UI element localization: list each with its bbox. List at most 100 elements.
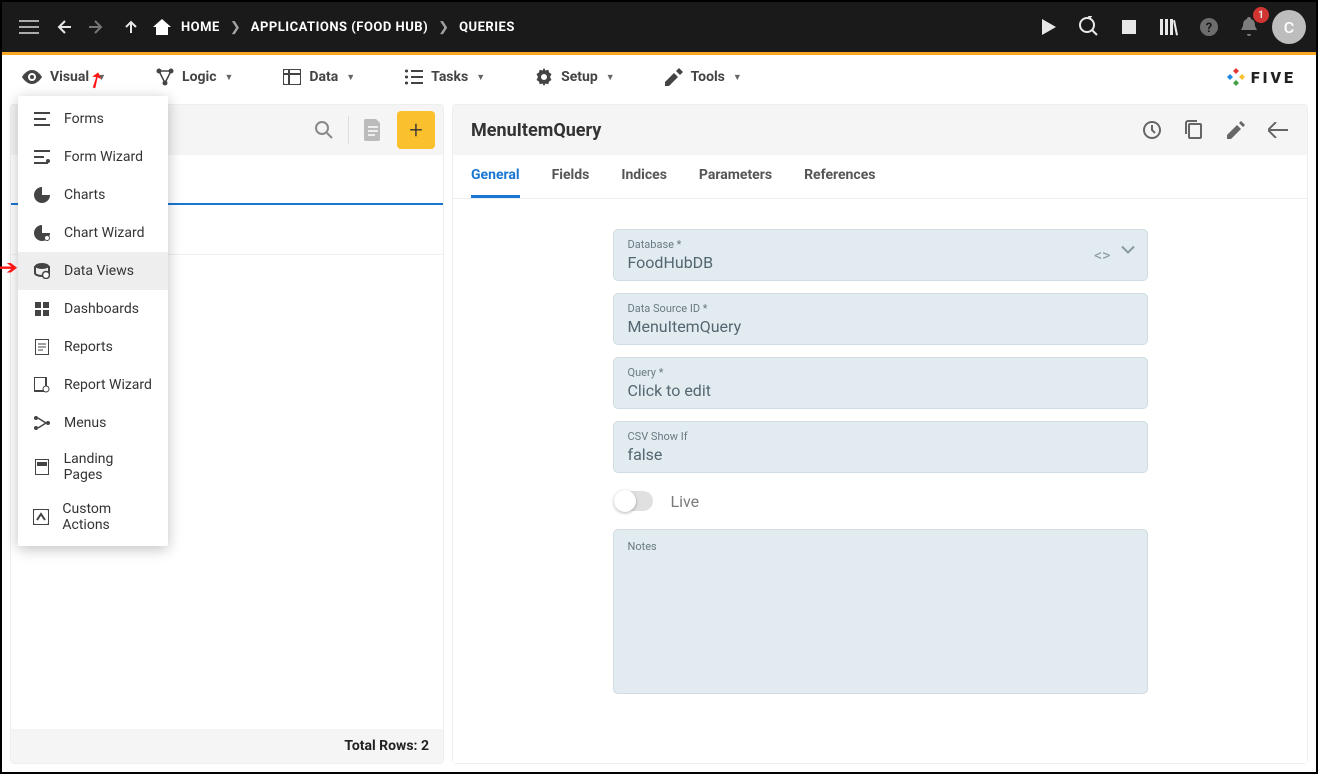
total-rows-label: Total Rows: bbox=[344, 738, 417, 754]
field-value: false bbox=[628, 445, 1133, 464]
back-arrow-icon[interactable] bbox=[1259, 111, 1297, 149]
menu-logic[interactable]: Logic▼ bbox=[156, 68, 233, 86]
dropdown-label: Landing Pages bbox=[64, 451, 154, 483]
landing-pages-icon bbox=[32, 457, 52, 477]
breadcrumb-apps[interactable]: APPLICATIONS (FOOD HUB) bbox=[251, 20, 428, 35]
page-title: MenuItemQuery bbox=[471, 120, 601, 141]
dropdown-label: Report Wizard bbox=[64, 377, 152, 393]
dropdown-item-reports[interactable]: Reports bbox=[18, 328, 168, 366]
field-label: Data Source ID * bbox=[628, 302, 1133, 315]
chevron-down-icon[interactable] bbox=[1121, 246, 1135, 265]
csv-show-if-field[interactable]: CSV Show If false bbox=[613, 421, 1148, 473]
menus-icon bbox=[32, 413, 52, 433]
dropdown-item-report-wizard[interactable]: Report Wizard bbox=[18, 366, 168, 404]
add-button[interactable]: + bbox=[397, 111, 435, 149]
up-icon[interactable] bbox=[114, 10, 148, 44]
dropdown-label: Data Views bbox=[64, 263, 134, 279]
tab-indices[interactable]: Indices bbox=[621, 155, 667, 198]
menu-setup[interactable]: Setup▼ bbox=[535, 68, 615, 86]
svg-text:?: ? bbox=[1206, 21, 1212, 36]
tab-fields[interactable]: Fields bbox=[552, 155, 590, 198]
play-icon[interactable] bbox=[1032, 10, 1066, 44]
dropdown-label: Chart Wizard bbox=[64, 225, 144, 241]
menu-data-label: Data bbox=[309, 69, 338, 85]
menu-tools[interactable]: Tools▼ bbox=[665, 68, 742, 86]
reports-icon bbox=[32, 337, 52, 357]
menu-setup-label: Setup bbox=[561, 69, 598, 85]
dropdown-label: Reports bbox=[64, 339, 113, 355]
data-views-icon bbox=[32, 261, 52, 281]
dropdown-item-data-views[interactable]: Data Views bbox=[18, 252, 168, 290]
dropdown-item-charts[interactable]: Charts bbox=[18, 176, 168, 214]
hamburger-icon[interactable] bbox=[12, 10, 46, 44]
query-field[interactable]: Query * Click to edit bbox=[613, 357, 1148, 409]
form-wizard-icon bbox=[32, 147, 52, 167]
menu-data[interactable]: Data▼ bbox=[283, 69, 355, 85]
visual-dropdown: Forms Form Wizard Charts Chart Wizard Da… bbox=[18, 96, 168, 546]
field-label: Query * bbox=[628, 366, 1133, 379]
copy-icon[interactable] bbox=[1175, 111, 1213, 149]
chevron-right-icon: ❯ bbox=[230, 20, 241, 35]
dropdown-item-menus[interactable]: Menus bbox=[18, 404, 168, 442]
tab-parameters[interactable]: Parameters bbox=[699, 155, 772, 198]
dropdown-label: Forms bbox=[64, 111, 104, 127]
custom-actions-icon bbox=[32, 507, 50, 527]
menu-tasks-label: Tasks bbox=[431, 69, 468, 85]
help-icon[interactable]: ? bbox=[1192, 10, 1226, 44]
dropdown-item-chart-wizard[interactable]: Chart Wizard bbox=[18, 214, 168, 252]
dropdown-item-custom-actions[interactable]: Custom Actions bbox=[18, 492, 168, 542]
tab-general[interactable]: General bbox=[471, 155, 520, 198]
field-label: Database * bbox=[628, 238, 1133, 251]
live-label: Live bbox=[671, 492, 700, 511]
dropdown-label: Menus bbox=[64, 415, 106, 431]
detail-panel: MenuItemQuery General Fields Indices Par… bbox=[452, 104, 1308, 764]
tabs: General Fields Indices Parameters Refere… bbox=[453, 155, 1307, 199]
notification-badge: 1 bbox=[1253, 7, 1269, 23]
menu-visual[interactable]: Visual▼ bbox=[22, 69, 106, 85]
topbar: HOME ❯ APPLICATIONS (FOOD HUB) ❯ QUERIES… bbox=[2, 2, 1316, 52]
edit-icon[interactable] bbox=[1217, 111, 1255, 149]
dashboards-icon bbox=[32, 299, 52, 319]
brand-logo: FIVE bbox=[1227, 68, 1296, 87]
home-icon bbox=[153, 19, 171, 35]
forward-icon[interactable] bbox=[80, 10, 114, 44]
dropdown-label: Charts bbox=[64, 187, 105, 203]
field-label: Notes bbox=[628, 540, 1133, 553]
divider bbox=[348, 116, 349, 144]
breadcrumb-home[interactable]: HOME bbox=[181, 20, 220, 35]
notifications-icon[interactable]: 1 bbox=[1232, 10, 1266, 44]
field-value: Click to edit bbox=[628, 381, 1133, 400]
menu-visual-label: Visual bbox=[50, 69, 89, 85]
live-toggle[interactable] bbox=[615, 491, 653, 511]
brand-text: FIVE bbox=[1251, 68, 1296, 87]
search-icon[interactable] bbox=[306, 112, 342, 148]
menu-tasks[interactable]: Tasks▼ bbox=[405, 69, 485, 85]
data-source-id-field[interactable]: Data Source ID * MenuItemQuery bbox=[613, 293, 1148, 345]
database-field[interactable]: Database * FoodHubDB <> bbox=[613, 229, 1148, 281]
menu-strip: Visual▼ Logic▼ Data▼ Tasks▼ Setup▼ Tools… bbox=[2, 55, 1316, 99]
report-wizard-icon bbox=[32, 375, 52, 395]
total-rows-value: 2 bbox=[421, 738, 429, 754]
field-value: MenuItemQuery bbox=[628, 317, 1133, 336]
dropdown-item-landing-pages[interactable]: Landing Pages bbox=[18, 442, 168, 492]
document-icon[interactable] bbox=[355, 112, 391, 148]
tab-references[interactable]: References bbox=[804, 155, 875, 198]
code-icon[interactable]: <> bbox=[1094, 246, 1111, 265]
dropdown-item-dashboards[interactable]: Dashboards bbox=[18, 290, 168, 328]
inspect-icon[interactable] bbox=[1072, 10, 1106, 44]
dropdown-item-form-wizard[interactable]: Form Wizard bbox=[18, 138, 168, 176]
history-icon[interactable] bbox=[1133, 111, 1171, 149]
menu-tools-label: Tools bbox=[691, 69, 725, 85]
avatar[interactable]: C bbox=[1272, 10, 1306, 44]
field-label: CSV Show If bbox=[628, 430, 1133, 443]
stop-icon[interactable] bbox=[1112, 10, 1146, 44]
charts-icon bbox=[32, 185, 52, 205]
breadcrumb-queries[interactable]: QUERIES bbox=[459, 20, 515, 35]
chevron-right-icon: ❯ bbox=[438, 20, 449, 35]
back-icon[interactable] bbox=[46, 10, 80, 44]
library-icon[interactable] bbox=[1152, 10, 1186, 44]
forms-icon bbox=[32, 109, 52, 129]
notes-field[interactable]: Notes bbox=[613, 529, 1148, 694]
dropdown-item-forms[interactable]: Forms bbox=[18, 100, 168, 138]
dropdown-label: Form Wizard bbox=[64, 149, 143, 165]
